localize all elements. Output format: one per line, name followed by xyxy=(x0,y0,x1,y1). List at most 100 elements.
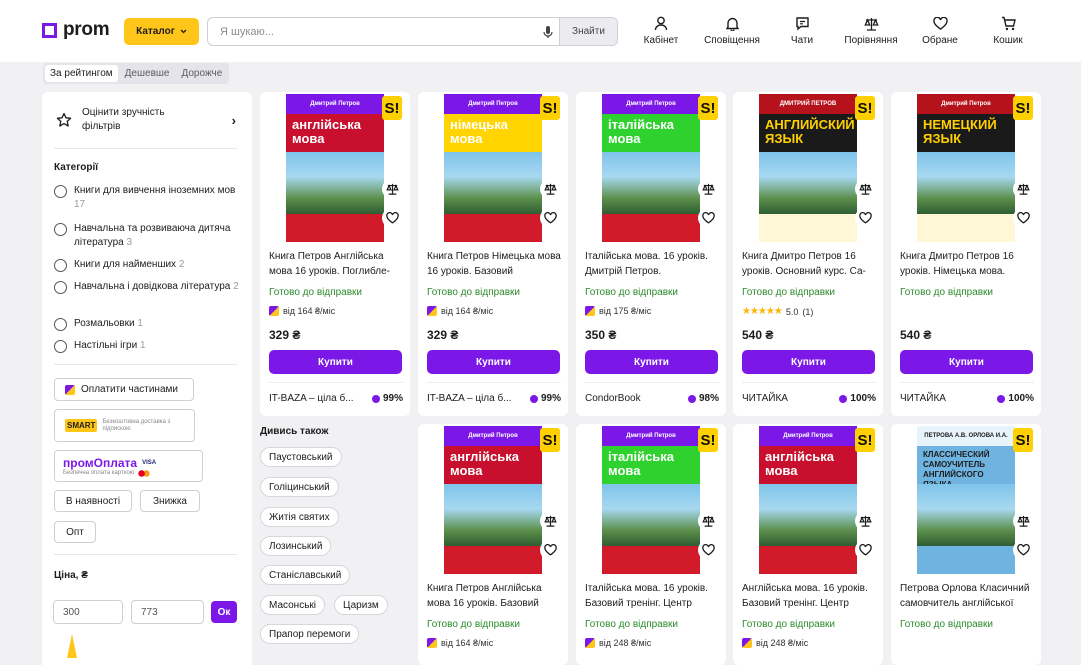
product-card[interactable]: Дмитрий Петров англійська мова S! Книга … xyxy=(418,424,568,665)
buy-button[interactable]: Купити xyxy=(900,350,1033,374)
price-slider-handle[interactable] xyxy=(67,634,77,658)
product-title[interactable]: Англійська мова. 16 уроків. Базовий трен… xyxy=(742,581,876,611)
pay-in-parts-filter[interactable]: Оплатити частинами xyxy=(54,378,194,401)
book-cover-image[interactable]: ПЕТРОВА А.В. ОРЛОВА И.А. КЛАССИЧЕСКИЙ СА… xyxy=(917,426,1015,574)
compare-scales-icon[interactable] xyxy=(855,511,875,531)
price-apply-button[interactable]: Ок xyxy=(211,601,237,623)
book-cover-image[interactable]: Дмитрий Петров англійська мова xyxy=(286,94,384,242)
favorite-heart-icon[interactable] xyxy=(1013,540,1033,560)
seller-info[interactable]: ЧИТАЙКА 100% xyxy=(742,382,876,404)
prompay-filter[interactable]: промОплата VISA Безпечна оплата карткою xyxy=(54,450,203,482)
radio-button[interactable] xyxy=(54,223,67,236)
in-stock-filter[interactable]: В наявності xyxy=(54,490,132,512)
book-cover-image[interactable]: Дмитрий Петров англійська мова xyxy=(759,426,857,574)
seller-info[interactable]: ЧИТАЙКА 100% xyxy=(900,382,1034,404)
see-also-tag[interactable]: Голіцинський xyxy=(260,477,339,497)
book-cover-image[interactable]: Дмитрий Петров італійська мова xyxy=(602,94,700,242)
compare-scales-icon[interactable] xyxy=(855,179,875,199)
sort-pricier-tab[interactable]: Дорожче xyxy=(176,65,227,82)
search-input[interactable] xyxy=(208,18,537,45)
book-cover-image[interactable]: Дмитрий Петров НЕМЕЦКИЙ ЯЗЫК xyxy=(917,94,1015,242)
book-cover-image[interactable]: Дмитрий Петров німецька мова xyxy=(444,94,542,242)
price-max-input[interactable] xyxy=(131,600,204,624)
buy-button[interactable]: Купити xyxy=(427,350,560,374)
compare-scales-icon[interactable] xyxy=(1013,179,1033,199)
radio-button[interactable] xyxy=(54,185,67,198)
favorite-heart-icon[interactable] xyxy=(382,208,402,228)
radio-button[interactable] xyxy=(54,318,67,331)
compare-scales-icon[interactable] xyxy=(540,511,560,531)
sort-cheaper-tab[interactable]: Дешевше xyxy=(120,65,175,82)
product-card[interactable]: Дмитрий Петров німецька мова S! Книга Пе… xyxy=(418,92,568,416)
product-title[interactable]: Книга Дмитро Петров 16 уроків. Німецька … xyxy=(900,249,1034,279)
compare-scales-icon[interactable] xyxy=(698,511,718,531)
category-item[interactable]: Книги для найменших 2 xyxy=(54,258,239,272)
buy-button[interactable]: Купити xyxy=(742,350,875,374)
category-item[interactable]: Розмальовки 1 xyxy=(54,317,239,331)
product-card[interactable]: Дмитрий Петров НЕМЕЦКИЙ ЯЗЫК S! Книга Дм… xyxy=(891,92,1041,416)
nav-chats[interactable]: Чати xyxy=(786,16,818,50)
rate-filters-link[interactable]: Оцінити зручність фільтрів › xyxy=(56,106,236,134)
nav-notifications[interactable]: Сповіщення xyxy=(701,16,763,50)
see-also-tag[interactable]: Царизм xyxy=(334,595,388,615)
product-card[interactable]: Дмитрий Петров англійська мова S! Англій… xyxy=(733,424,883,665)
favorite-heart-icon[interactable] xyxy=(540,540,560,560)
buy-button[interactable]: Купити xyxy=(269,350,402,374)
see-also-tag[interactable]: Станіславський xyxy=(260,565,351,585)
book-cover-image[interactable]: Дмитрий Петров італійська мова xyxy=(602,426,700,574)
product-title[interactable]: Книга Петров Німецька мова 16 уроків. Ба… xyxy=(427,249,561,279)
see-also-tag[interactable]: Масонські xyxy=(260,595,326,615)
nav-cart[interactable]: Кошик xyxy=(988,16,1028,50)
product-card[interactable]: ДМИТРИЙ ПЕТРОВ АНГЛИЙСКИЙ ЯЗЫК S! Книга … xyxy=(733,92,883,416)
product-rating[interactable]: ★★★★★ 5.0 (1) xyxy=(742,306,813,317)
microphone-icon[interactable] xyxy=(537,18,559,45)
product-card[interactable]: ПЕТРОВА А.В. ОРЛОВА И.А. КЛАССИЧЕСКИЙ СА… xyxy=(891,424,1041,665)
favorite-heart-icon[interactable] xyxy=(855,208,875,228)
nav-cabinet[interactable]: Кабінет xyxy=(641,16,681,50)
product-card[interactable]: Дмитрий Петров англійська мова S! Книга … xyxy=(260,92,410,416)
seller-info[interactable]: IT-BAZA – ціла б... 99% xyxy=(427,382,561,404)
product-title[interactable]: Книга Дмитро Петров 16 уроків. Основний … xyxy=(742,249,876,279)
nav-compare[interactable]: Порівняння xyxy=(840,16,902,50)
smart-filter[interactable]: SMART Безкоштовна доставка з підпискою xyxy=(54,409,195,442)
radio-button[interactable] xyxy=(54,259,67,272)
product-title[interactable]: Книга Петров Англійська мова 16 уроків. … xyxy=(269,249,403,279)
favorite-heart-icon[interactable] xyxy=(540,208,560,228)
prom-logo[interactable]: prom xyxy=(42,19,110,41)
price-min-input[interactable] xyxy=(53,600,123,624)
product-title[interactable]: Італійська мова. 16 уроків. Дмитрій Петр… xyxy=(585,249,719,279)
see-also-tag[interactable]: Паустовський xyxy=(260,447,342,467)
see-also-tag[interactable]: Житія святих xyxy=(260,507,339,527)
nav-favorites[interactable]: Обране xyxy=(920,16,960,50)
category-item[interactable]: Навчальна та розвиваюча дитяча літератур… xyxy=(54,222,239,250)
book-cover-image[interactable]: Дмитрий Петров англійська мова xyxy=(444,426,542,574)
favorite-heart-icon[interactable] xyxy=(698,540,718,560)
favorite-heart-icon[interactable] xyxy=(1013,208,1033,228)
compare-scales-icon[interactable] xyxy=(382,179,402,199)
discount-filter[interactable]: Знижка xyxy=(140,490,200,512)
category-item[interactable]: Навчальна і довідкова література 2 xyxy=(54,280,239,294)
sort-by-rating-tab[interactable]: За рейтингом xyxy=(45,65,118,82)
product-title[interactable]: Італійська мова. 16 уроків. Базовий трен… xyxy=(585,581,719,611)
compare-scales-icon[interactable] xyxy=(540,179,560,199)
favorite-heart-icon[interactable] xyxy=(698,208,718,228)
seller-info[interactable]: CondorBook 98% xyxy=(585,382,719,404)
category-item[interactable]: Настільні ігри 1 xyxy=(54,339,239,353)
search-button[interactable]: Знайти xyxy=(559,18,617,45)
book-cover-image[interactable]: ДМИТРИЙ ПЕТРОВ АНГЛИЙСКИЙ ЯЗЫК xyxy=(759,94,857,242)
compare-scales-icon[interactable] xyxy=(1013,511,1033,531)
category-item[interactable]: Книги для вивчення іноземних мов 17 xyxy=(54,184,239,212)
radio-button[interactable] xyxy=(54,281,67,294)
catalog-button[interactable]: Каталог xyxy=(124,18,199,45)
product-card[interactable]: Дмитрий Петров італійська мова S! Італій… xyxy=(576,424,726,665)
product-card[interactable]: Дмитрий Петров італійська мова S! Італій… xyxy=(576,92,726,416)
wholesale-filter[interactable]: Опт xyxy=(54,521,96,543)
see-also-tag[interactable]: Лозинський xyxy=(260,536,332,556)
seller-info[interactable]: IT-BAZA – ціла б... 99% xyxy=(269,382,403,404)
product-title[interactable]: Книга Петров Англійська мова 16 уроків. … xyxy=(427,581,561,611)
compare-scales-icon[interactable] xyxy=(698,179,718,199)
product-title[interactable]: Петрова Орлова Класичний самовчитель анг… xyxy=(900,581,1034,611)
see-also-tag[interactable]: Прапор перемоги xyxy=(260,624,360,644)
buy-button[interactable]: Купити xyxy=(585,350,718,374)
favorite-heart-icon[interactable] xyxy=(855,540,875,560)
